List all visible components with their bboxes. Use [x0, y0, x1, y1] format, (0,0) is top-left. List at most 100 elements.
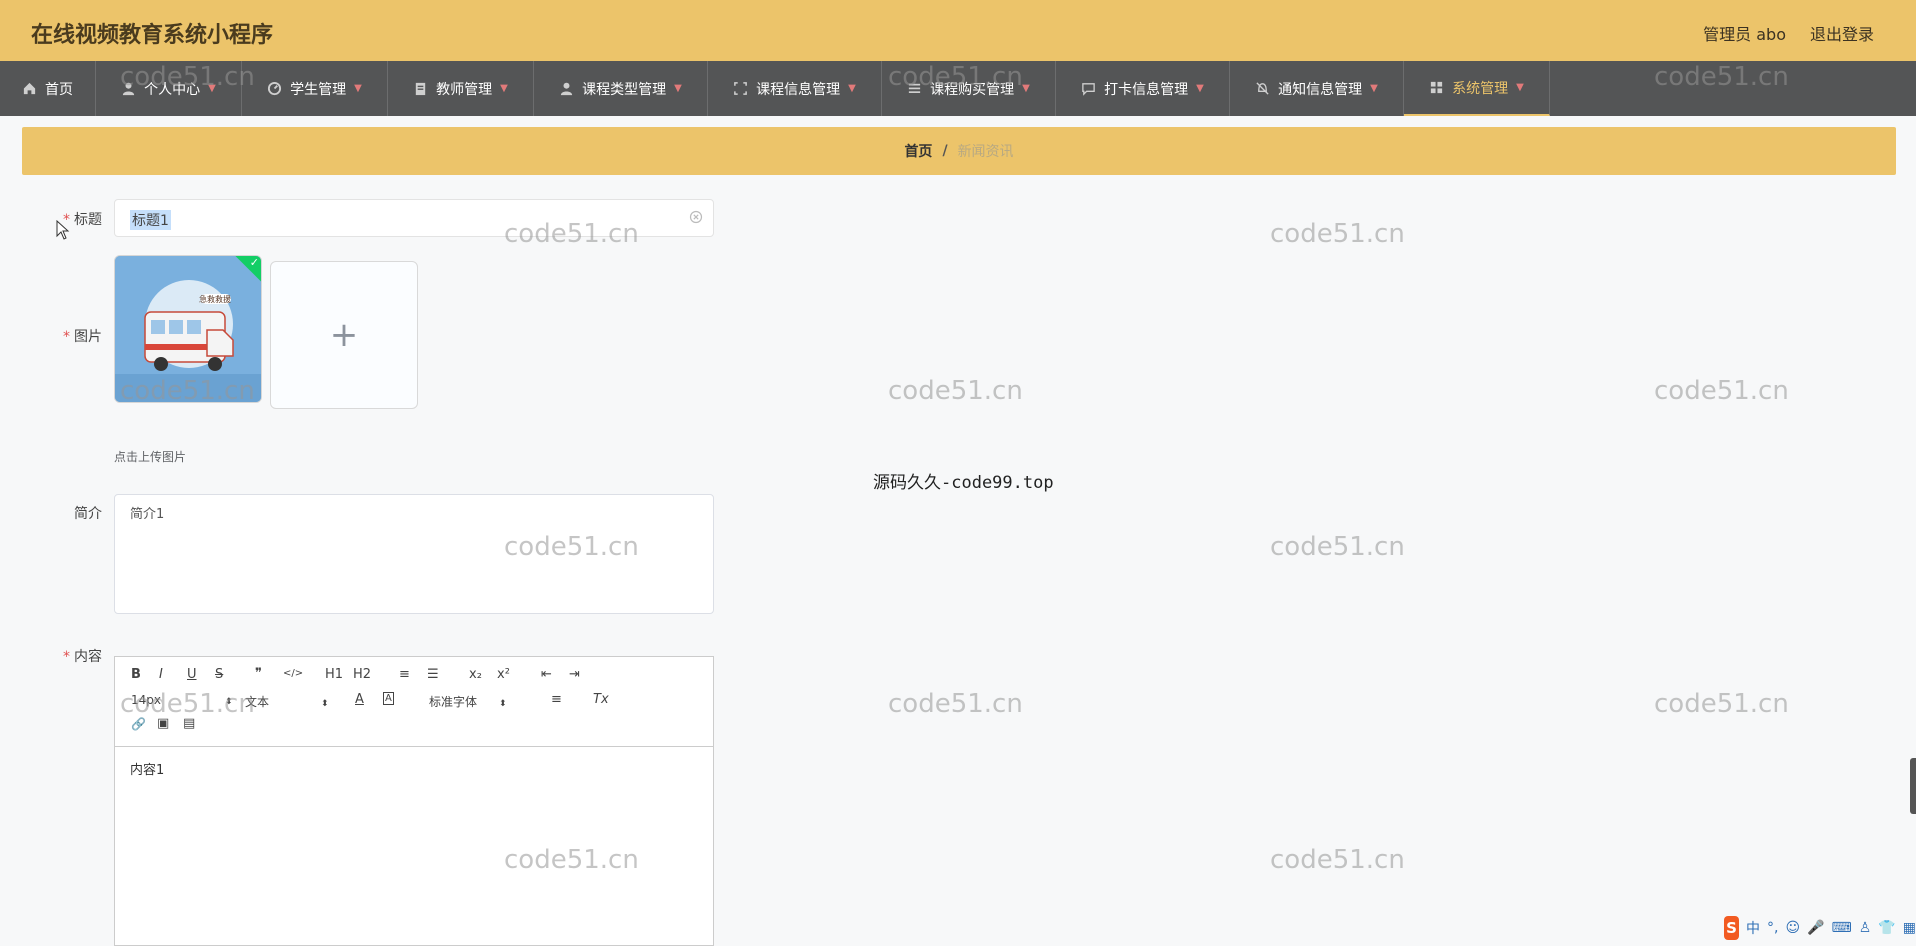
watermark: code51.cn: [1270, 219, 1405, 249]
nav-label: 系统管理: [1452, 80, 1509, 97]
emoji-icon[interactable]: ☺: [1786, 920, 1801, 936]
watermark: code51.cn: [888, 689, 1023, 719]
gauge-icon: [267, 81, 282, 96]
quote-button[interactable]: ❞: [255, 666, 262, 681]
chevron-down-icon: ▼: [1022, 83, 1030, 94]
image-button[interactable]: ▣: [157, 716, 169, 731]
breadcrumb: 首页 / 新闻资讯: [22, 127, 1896, 175]
ordered-list-button[interactable]: ≡: [399, 667, 410, 682]
mic-icon[interactable]: 🎤: [1807, 920, 1824, 936]
app-title: 在线视频教育系统小程序: [31, 23, 274, 48]
nav-item-course-types[interactable]: 课程类型管理 ▼: [534, 61, 708, 116]
font-family-select[interactable]: 标准字体 ⬍: [429, 693, 507, 710]
chevron-down-icon: ▼: [1196, 83, 1204, 94]
chevron-down-icon: ▼: [1516, 82, 1524, 93]
breadcrumb-home[interactable]: 首页: [904, 141, 932, 161]
indent-button[interactable]: ⇥: [569, 667, 580, 682]
nav-item-system[interactable]: 系统管理 ▼: [1404, 61, 1550, 116]
chat-icon: [1081, 81, 1096, 96]
admin-username: 管理员 abo: [1703, 25, 1786, 44]
font-size-select[interactable]: 14px ⬍: [131, 693, 233, 707]
superscript-button[interactable]: x²: [497, 667, 510, 682]
scrollbar-handle[interactable]: [1910, 758, 1916, 814]
nav-item-students[interactable]: 学生管理 ▼: [242, 61, 388, 116]
chevron-down-icon: ▼: [848, 83, 856, 94]
chevron-down-icon: ▼: [354, 83, 362, 94]
video-button[interactable]: ▤: [183, 716, 195, 731]
subscript-button[interactable]: x₂: [469, 667, 482, 682]
clear-icon[interactable]: [689, 210, 703, 224]
outdent-button[interactable]: ⇤: [541, 667, 552, 682]
main-nav: 首页 个人中心 ▼ 学生管理 ▼ 教师管理 ▼ 课程类型管理 ▼ 课程信息管理 …: [0, 61, 1916, 116]
breadcrumb-current: 新闻资讯: [957, 144, 1014, 160]
nav-item-home[interactable]: 首页: [0, 61, 96, 116]
clear-format-button[interactable]: Tx: [593, 692, 609, 707]
editor-toolbar: B I U S ❞ </> H1 H2 ≡ ☰ x₂ x² ⇤ ⇥ 14px ⬍ …: [115, 657, 713, 747]
sogou-logo-icon[interactable]: S: [1724, 916, 1740, 940]
nav-item-course-info[interactable]: 课程信息管理 ▼: [708, 61, 882, 116]
nav-item-notices[interactable]: 通知信息管理 ▼: [1230, 61, 1404, 116]
intro-label: 简介: [74, 506, 102, 522]
bell-off-icon: [1255, 81, 1270, 96]
ime-punct-icon[interactable]: °,: [1767, 920, 1778, 936]
list-icon: [907, 81, 922, 96]
font-color-button[interactable]: A: [355, 692, 364, 707]
chevron-down-icon: ▼: [208, 83, 216, 94]
home-icon: [22, 81, 37, 96]
nav-label: 学生管理: [290, 81, 347, 98]
nav-label: 通知信息管理: [1278, 81, 1363, 98]
link-button[interactable]: 🔗: [131, 717, 146, 731]
upload-hint: 点击上传图片: [114, 450, 187, 464]
user-icon: [121, 81, 136, 96]
bullet-list-button[interactable]: ☰: [427, 667, 439, 682]
editor-content[interactable]: 内容1: [115, 747, 713, 790]
upload-image-button[interactable]: +: [270, 261, 418, 409]
title-input[interactable]: 标题1: [114, 199, 714, 237]
plus-icon: +: [329, 315, 359, 355]
user-icon[interactable]: ♙: [1859, 920, 1872, 936]
bold-button[interactable]: B: [131, 667, 141, 682]
nav-label: 课程信息管理: [756, 81, 841, 98]
underline-button[interactable]: U: [187, 667, 197, 682]
apps-icon[interactable]: ▦: [1903, 920, 1916, 936]
shirt-icon[interactable]: 👕: [1878, 920, 1895, 936]
watermark: code51.cn: [888, 376, 1023, 406]
clipboard-icon: [413, 81, 428, 96]
strike-button[interactable]: S: [215, 667, 223, 682]
ime-toolbar: S 中 °, ☺ 🎤 ⌨ ♙ 👕 ▦: [1716, 916, 1916, 940]
logout-link[interactable]: 退出登录: [1810, 21, 1874, 45]
code-button[interactable]: </>: [283, 668, 303, 679]
nav-item-checkin[interactable]: 打卡信息管理 ▼: [1056, 61, 1230, 116]
nav-item-teachers[interactable]: 教师管理 ▼: [388, 61, 534, 116]
align-button[interactable]: ≡: [551, 692, 562, 707]
nav-label: 打卡信息管理: [1104, 81, 1189, 98]
image-badge-text: 急救救援: [199, 294, 231, 304]
nav-item-profile[interactable]: 个人中心 ▼: [96, 61, 242, 116]
ambulance-image: 急救救援: [115, 256, 261, 402]
block-format-select[interactable]: 文本 ⬍: [245, 693, 329, 710]
image-label: * 图片: [63, 329, 102, 345]
background-color-button[interactable]: A: [383, 692, 394, 705]
nav-item-course-purchase[interactable]: 课程购买管理 ▼: [882, 61, 1056, 116]
italic-button[interactable]: I: [159, 667, 163, 682]
nav-label: 课程购买管理: [930, 81, 1015, 98]
frame-icon: [733, 81, 748, 96]
nav-label: 首页: [45, 81, 73, 98]
ime-language[interactable]: 中: [1746, 918, 1760, 938]
chevron-down-icon: ▼: [1370, 83, 1378, 94]
watermark: code51.cn: [1270, 845, 1405, 875]
check-icon: ✓: [249, 256, 259, 269]
content-label: * 内容: [63, 649, 102, 665]
watermark: code51.cn: [1270, 532, 1405, 562]
h1-button[interactable]: H1: [325, 667, 343, 682]
nav-label: 个人中心: [144, 81, 201, 98]
watermark: code51.cn: [1654, 376, 1789, 406]
watermark: code51.cn: [1654, 689, 1789, 719]
uploaded-image-thumbnail[interactable]: 急救救援 ✓: [114, 255, 262, 403]
chevron-down-icon: ▼: [674, 83, 682, 94]
user-icon: [559, 81, 574, 96]
h2-button[interactable]: H2: [353, 667, 371, 682]
intro-textarea[interactable]: 简介1: [114, 494, 714, 614]
keyboard-icon[interactable]: ⌨: [1832, 920, 1852, 936]
nav-label: 教师管理: [436, 81, 493, 98]
